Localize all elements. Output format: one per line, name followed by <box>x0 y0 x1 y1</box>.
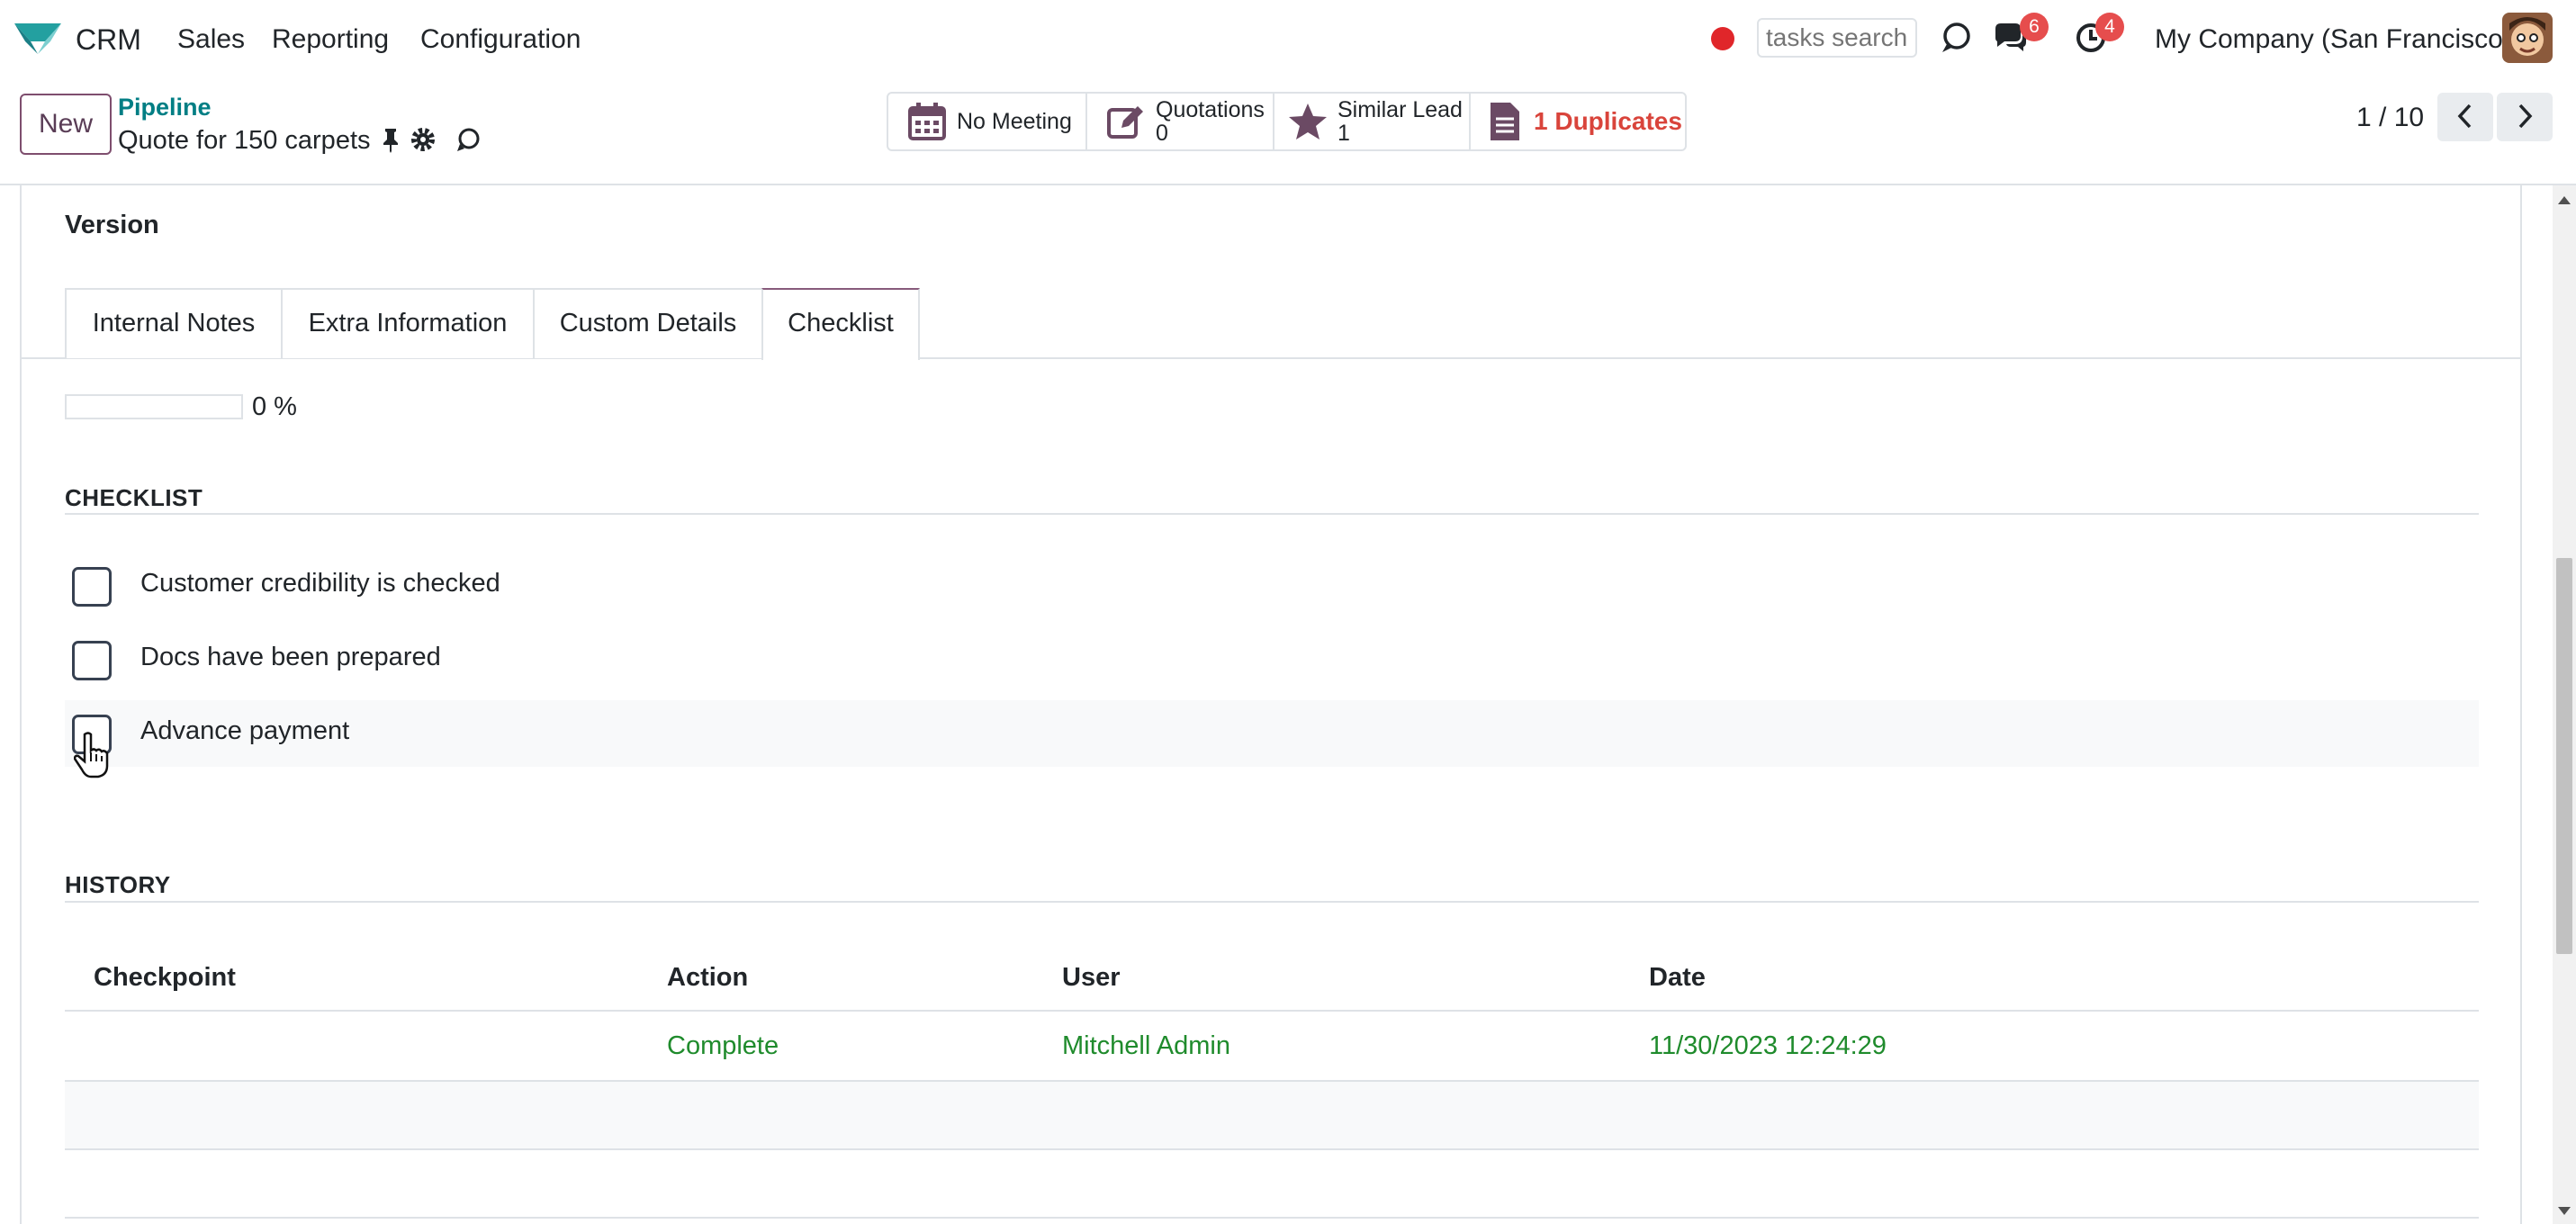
version-label: Version <box>65 211 159 239</box>
checklist-item[interactable]: Advance payment <box>65 700 2479 767</box>
new-button[interactable]: New <box>20 94 112 155</box>
checklist-item[interactable]: Docs have been prepared <box>65 626 2479 693</box>
gear-icon[interactable] <box>410 126 436 153</box>
tasks-search-input[interactable] <box>1757 18 1917 58</box>
pager-previous-button[interactable] <box>2437 93 2493 141</box>
history-divider <box>65 901 2479 903</box>
menu-sales[interactable]: Sales <box>177 23 245 56</box>
checklist-item-label: Docs have been prepared <box>140 643 441 671</box>
star-icon <box>1289 104 1327 140</box>
breadcrumb-pipeline[interactable]: Pipeline <box>118 94 212 122</box>
quotations-count: 0 <box>1156 121 1168 146</box>
checkbox[interactable] <box>72 641 112 680</box>
top-navbar: CRM Sales Reporting Configuration 6 4 My… <box>0 0 2576 78</box>
control-panel: New Pipeline Quote for 150 carpets No Me… <box>0 77 2576 185</box>
pencil-square-icon <box>1107 106 1143 139</box>
checkbox[interactable] <box>72 567 112 607</box>
duplicates-label: 1 Duplicates <box>1534 107 1682 135</box>
table-row-divider <box>65 1148 2479 1150</box>
app-name[interactable]: CRM <box>76 23 141 56</box>
table-row-divider <box>65 1217 2479 1219</box>
user-avatar[interactable] <box>2502 13 2553 63</box>
history-date-cell: 11/30/2023 12:24:29 <box>1649 1031 1887 1060</box>
chevron-right-icon <box>2518 104 2533 128</box>
history-action-cell: Complete <box>667 1031 779 1060</box>
smart-button-similar-lead[interactable]: Similar Lead 1 <box>1273 92 1471 151</box>
tab-custom-details[interactable]: Custom Details <box>533 288 763 358</box>
table-header-divider <box>65 1010 2479 1012</box>
progress-percentage: 0 % <box>252 392 297 421</box>
similar-lead-count: 1 <box>1338 121 1350 146</box>
document-icon <box>1491 103 1519 140</box>
smart-button-meeting-label: No Meeting <box>957 109 1072 134</box>
odoobot-chat-icon[interactable] <box>1938 20 1974 56</box>
record-dot-icon[interactable] <box>1711 27 1734 50</box>
tab-extra-information[interactable]: Extra Information <box>281 288 535 358</box>
record-title: Quote for 150 carpets <box>118 126 371 155</box>
smart-button-quotations[interactable]: Quotations 0 <box>1085 92 1274 151</box>
smart-button-duplicates[interactable]: 1 Duplicates <box>1469 92 1687 151</box>
activities-badge: 4 <box>2095 13 2124 41</box>
checklist-divider <box>65 513 2479 515</box>
pin-icon[interactable] <box>378 126 403 153</box>
scroll-down-arrow-icon[interactable] <box>2556 1202 2572 1219</box>
tab-checklist[interactable]: Checklist <box>761 288 920 360</box>
checklist-item-label: Customer credibility is checked <box>140 569 500 598</box>
menu-configuration[interactable]: Configuration <box>420 23 581 56</box>
calendar-icon <box>908 103 946 140</box>
smart-button-meeting[interactable]: No Meeting <box>887 92 1087 151</box>
menu-reporting[interactable]: Reporting <box>272 23 389 56</box>
quotations-label: Quotations <box>1156 97 1265 122</box>
checklist-progress-bar <box>65 394 243 419</box>
company-switcher[interactable]: My Company (San Francisco) <box>2155 23 2512 56</box>
history-column-checkpoint[interactable]: Checkpoint <box>94 963 236 993</box>
scroll-up-arrow-icon[interactable] <box>2556 193 2572 209</box>
checklist-section-title: CHECKLIST <box>65 484 203 511</box>
pager-value[interactable]: 1 / 10 <box>2356 103 2424 133</box>
hand-pointer-cursor-icon <box>74 732 109 778</box>
messages-badge: 6 <box>2020 13 2049 41</box>
history-column-user[interactable]: User <box>1062 963 1121 993</box>
pager-next-button[interactable] <box>2497 93 2553 141</box>
history-section-title: HISTORY <box>65 871 171 898</box>
sync-icon[interactable] <box>455 126 481 153</box>
history-user-cell: Mitchell Admin <box>1062 1031 1230 1060</box>
checklist-item[interactable]: Customer credibility is checked <box>65 553 2479 619</box>
scrollbar-thumb[interactable] <box>2556 558 2572 954</box>
similar-lead-label: Similar Lead <box>1338 97 1463 122</box>
chevron-left-icon <box>2457 104 2472 128</box>
table-row-empty <box>65 1082 2479 1148</box>
crm-logo-icon[interactable] <box>13 18 63 58</box>
tab-internal-notes[interactable]: Internal Notes <box>65 288 283 358</box>
history-column-action[interactable]: Action <box>667 963 748 993</box>
history-column-date[interactable]: Date <box>1649 963 1706 993</box>
checklist-item-label: Advance payment <box>140 716 350 745</box>
